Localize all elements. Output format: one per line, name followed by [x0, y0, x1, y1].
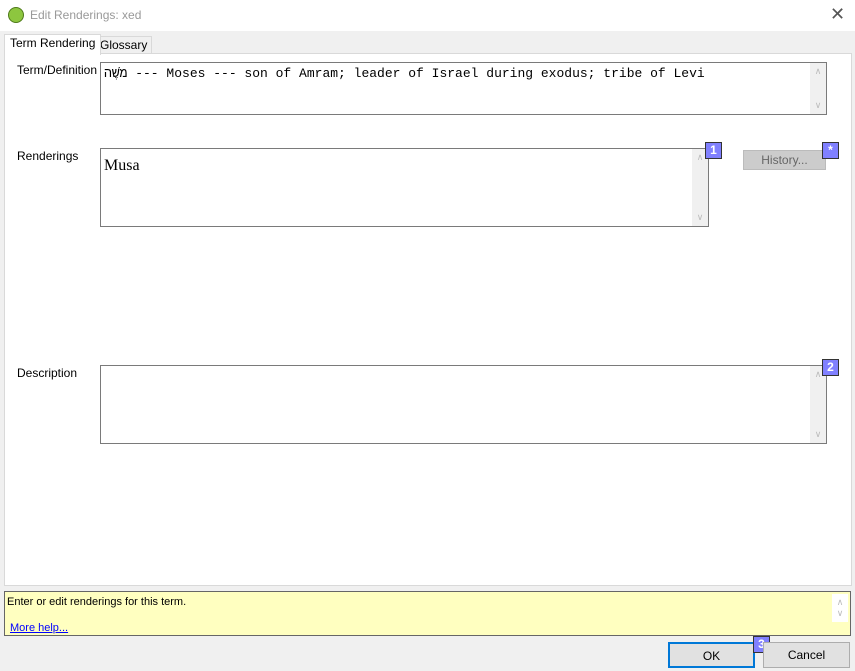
- history-button[interactable]: History...: [743, 150, 826, 170]
- badge-history: *: [822, 142, 839, 159]
- cancel-button[interactable]: Cancel: [763, 642, 850, 668]
- help-panel: Enter or edit renderings for this term. …: [4, 591, 851, 636]
- badge-1: 1: [705, 142, 722, 159]
- scrollbar[interactable]: ∧ ∨: [810, 63, 826, 114]
- scrollbar[interactable]: ∧ ∨: [832, 594, 848, 622]
- app-logo-icon: [8, 7, 24, 23]
- close-icon[interactable]: ✕: [830, 4, 845, 25]
- renderings-input[interactable]: Musa ∧ ∨: [100, 148, 709, 227]
- tab-term-rendering[interactable]: Term Rendering: [4, 34, 102, 55]
- renderings-text: Musa: [104, 157, 140, 174]
- term-definition-field[interactable]: מֹשֶׁה --- Moses --- son of Amram; leade…: [100, 62, 827, 115]
- badge-2: 2: [822, 359, 839, 376]
- window-title: Edit Renderings: xed: [30, 8, 142, 22]
- more-help-link[interactable]: More help...: [10, 622, 68, 634]
- scrollbar[interactable]: ∧ ∨: [810, 366, 826, 443]
- description-label: Description: [17, 366, 78, 380]
- help-text: Enter or edit renderings for this term.: [7, 596, 187, 608]
- tab-panel: [4, 53, 852, 586]
- ok-button[interactable]: OK: [668, 642, 755, 668]
- term-label: Term/Definition: [17, 63, 98, 77]
- scrollbar[interactable]: ∧ ∨: [692, 149, 708, 226]
- tab-glossary[interactable]: Glossary: [95, 36, 153, 54]
- renderings-label: Renderings: [17, 149, 79, 163]
- description-input[interactable]: ∧ ∨: [100, 365, 827, 444]
- term-definition-text: מֹשֶׁה --- Moses --- son of Amram; leade…: [104, 66, 705, 81]
